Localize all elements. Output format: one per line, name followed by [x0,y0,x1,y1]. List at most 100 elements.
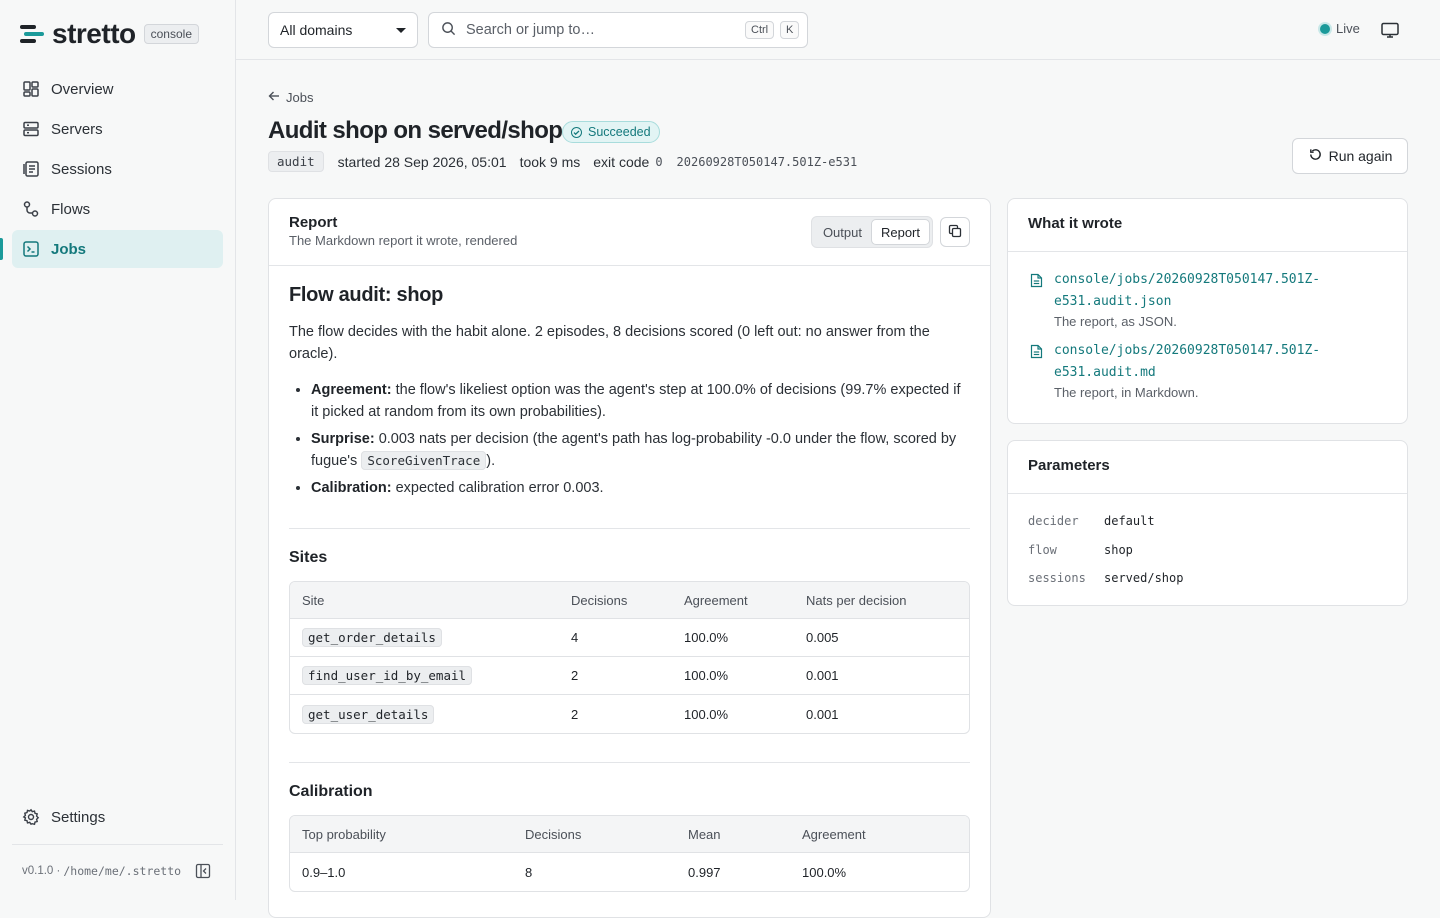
grid-icon [22,80,40,98]
list-item: Agreement: the flow's likeliest option w… [311,379,970,423]
sidebar-item-servers[interactable]: Servers [12,110,223,148]
file-path-part: e531.audit.json [1054,293,1172,309]
refresh-icon [1308,147,1323,165]
sites-heading: Sites [289,549,328,566]
brand[interactable]: stretto console [20,18,199,50]
live-dot-icon [1320,23,1330,34]
calibration-heading: Calibration [289,783,373,800]
check-circle-icon [571,126,582,138]
tab-report[interactable]: Report [870,219,930,245]
agreement-cell: 100.0% [672,657,794,695]
report-card: Report The Markdown report it wrote, ren… [268,198,991,918]
domain-select-value: All domains [280,22,353,38]
sidebar-item-label: Flows [51,200,91,218]
column-header: Mean [676,816,790,853]
sidebar-item-label: Servers [51,120,103,138]
surprise-end: ). [486,453,496,469]
surprise-label: Surprise: [311,431,375,447]
agreement-label: Agreement: [311,382,392,398]
sidebar-item-label: Settings [51,808,106,826]
sites-table: Site Decisions Agreement Nats per decisi… [289,581,970,734]
status-badge: Succeeded [562,121,660,143]
tab-output[interactable]: Output [814,219,871,245]
divider [289,528,970,529]
exit-code-label: exit code [593,153,650,170]
parameter-key: flow [1028,542,1057,557]
file-link[interactable]: console/jobs/20260928T050147.501Z-e531.a… [1054,340,1387,383]
nats-cell: 0.001 [794,657,969,695]
flows-icon [22,200,40,218]
sidebar-item-flows[interactable]: Flows [12,190,223,228]
server-icon [22,120,40,138]
sidebar-item-settings[interactable]: Settings [12,798,223,836]
probability-bin-cell: 0.9–1.0 [302,864,346,880]
decisions-cell: 2 [559,657,672,695]
parameters-heading: Parameters [1008,441,1407,494]
table-row: 0.9–1.0 8 0.997 100.0% [290,853,969,891]
file-path-part: console/jobs/20260928T050147.501Z- [1054,272,1321,287]
list-item: Surprise: 0.003 nats per decision (the a… [311,428,970,472]
page-title: Audit shop on served/shop [268,117,563,144]
search-input[interactable]: Search or jump to… Ctrl K [428,12,808,48]
back-link[interactable]: Jobs [268,90,313,105]
monitor-icon[interactable] [1380,20,1400,40]
list-item: console/jobs/20260928T050147.501Z-e531.a… [1008,340,1407,400]
parameters-card: Parameters decider default flow shop ses… [1007,440,1408,606]
file-icon [1030,273,1043,291]
parameter-key: decider [1028,514,1079,529]
domain-select[interactable]: All domains [268,12,418,48]
sessions-icon [22,160,40,178]
calibration-label: Calibration: [311,480,392,496]
status-label: Succeeded [588,125,651,139]
mean-cell: 0.997 [688,864,721,880]
parameter-row: sessions served/shop [1008,564,1407,593]
column-header: Site [290,582,559,619]
file-icon [1030,344,1043,362]
file-link[interactable]: console/jobs/20260928T050147.501Z-e531.a… [1054,269,1387,312]
parameter-row: flow shop [1008,536,1407,565]
nats-cell: 0.005 [794,619,969,657]
report-card-header: Report The Markdown report it wrote, ren… [269,199,990,266]
sidebar-item-overview[interactable]: Overview [12,70,223,108]
run-again-button[interactable]: Run again [1292,138,1408,174]
sidebar-item-sessions[interactable]: Sessions [12,150,223,188]
settings-section: Settings [12,798,223,838]
table-row: find_user_id_by_email 2 100.0% 0.001 [290,657,969,695]
agreement-text: the flow's likeliest option was the agen… [311,382,961,420]
column-header: Decisions [513,816,676,853]
parameter-key: sessions [1028,571,1086,586]
sidebar: stretto console Overview Servers Session… [0,0,236,900]
sidebar-item-label: Overview [51,80,114,98]
report-title: Flow audit: shop [289,284,444,306]
column-header: Nats per decision [794,582,969,619]
parameter-row: decider default [1008,507,1407,536]
site-name: get_order_details [302,628,442,647]
live-indicator: Live [1320,21,1360,36]
report-intro: The flow decides with the habit alone. 2… [289,324,930,362]
duration: took 9 ms [519,153,581,170]
decisions-cell: 4 [559,619,672,657]
summary-list: Agreement: the flow's likeliest option w… [311,379,970,499]
site-name: get_user_details [302,704,435,724]
list-item: console/jobs/20260928T050147.501Z-e531.a… [1008,269,1407,329]
parameter-value: default [1104,514,1155,529]
inline-code: ScoreGivenTrace [361,451,487,470]
brand-tag: console [143,24,199,44]
arrow-left-icon [268,90,280,105]
copy-button[interactable] [940,217,970,247]
sidebar-item-jobs[interactable]: Jobs [12,230,223,268]
column-header: Agreement [790,816,969,853]
back-link-label: Jobs [286,90,314,105]
search-icon [441,21,456,39]
brand-name: stretto [52,18,136,49]
view-toggle: Output Report [810,216,933,248]
site-name: find_user_id_by_email [302,666,473,685]
sidebar-footer: v0.1.0 · /home/me/.stretto [12,844,223,896]
parameters-list: decider default flow shop sessions serve… [1008,494,1407,593]
calibration-text: expected calibration error 0.003. [391,480,604,496]
output-files-heading: What it wrote [1008,199,1407,252]
collapse-sidebar-icon[interactable] [195,863,211,879]
calibration-table: Top probability Decisions Mean Agreement… [289,815,970,892]
column-header: Decisions [559,582,672,619]
stretto-logo-icon [20,22,44,46]
